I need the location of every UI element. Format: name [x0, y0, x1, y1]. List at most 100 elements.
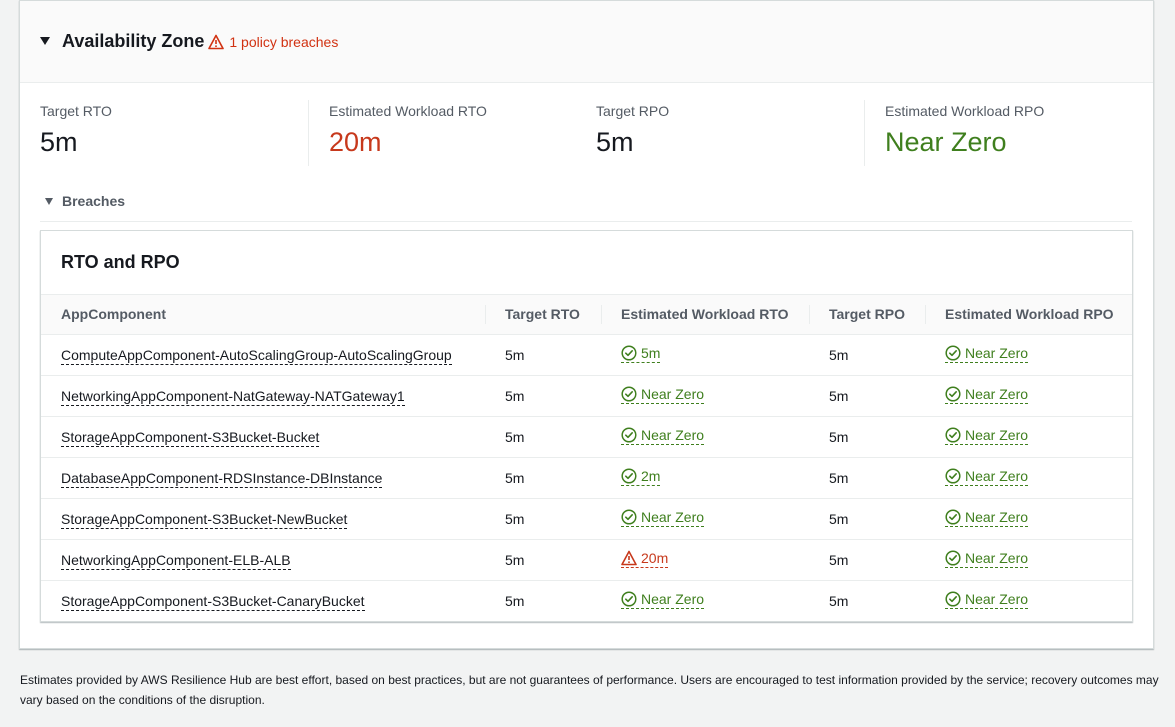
column-header: AppComponent — [41, 295, 485, 335]
status-value[interactable]: Near Zero — [945, 468, 1029, 486]
divider — [308, 100, 309, 166]
metric-target-rto: Target RTO 5m — [40, 103, 112, 158]
status-value[interactable]: 2m — [621, 468, 661, 486]
caret-down-icon[interactable] — [40, 37, 50, 45]
metric-target-rpo: Target RPO 5m — [596, 103, 669, 158]
component-cell: NetworkingAppComponent-NatGateway-NATGat… — [41, 375, 485, 417]
status-cell: Near Zero — [601, 498, 809, 540]
status-value[interactable]: Near Zero — [945, 386, 1029, 404]
status-value[interactable]: Near Zero — [945, 345, 1029, 363]
status-text: Near Zero — [641, 591, 705, 608]
app-component-link[interactable]: StorageAppComponent-S3Bucket-Bucket — [61, 428, 320, 447]
app-component-link[interactable]: StorageAppComponent-S3Bucket-CanaryBucke… — [61, 592, 365, 611]
status-cell: Near Zero — [601, 375, 809, 417]
target-rpo-cell: 5m — [809, 457, 925, 499]
policy-breach-badge: 1 policy breaches — [208, 34, 338, 50]
status-cell: 20m — [601, 539, 809, 581]
table-row: DatabaseAppComponent-RDSInstance-DBInsta… — [41, 457, 1132, 499]
status-value[interactable]: Near Zero — [945, 591, 1029, 610]
component-cell: StorageAppComponent-S3Bucket-NewBucket — [41, 498, 485, 540]
status-value[interactable]: 20m — [621, 550, 669, 568]
status-cell: Near Zero — [925, 375, 1132, 417]
check-circle-icon — [945, 550, 965, 566]
check-circle-icon — [621, 386, 641, 402]
check-circle-icon — [945, 468, 965, 484]
panel-title: Availability Zone — [62, 31, 205, 51]
status-text: Near Zero — [965, 386, 1029, 402]
table-row: NetworkingAppComponent-ELB-ALB 5m 20m 5m Nea… — [41, 539, 1132, 581]
target-rpo-cell: 5m — [809, 334, 925, 376]
app-component-link[interactable]: StorageAppComponent-S3Bucket-NewBucket — [61, 510, 348, 529]
metric-value: 20m — [329, 127, 382, 157]
table-row: NetworkingAppComponent-NatGateway-NATGat… — [41, 375, 1132, 417]
check-circle-icon — [621, 345, 641, 361]
metric-value: 5m — [596, 127, 634, 157]
app-component-link[interactable]: NetworkingAppComponent-ELB-ALB — [61, 551, 291, 570]
check-circle-icon — [621, 509, 641, 525]
check-circle-icon — [621, 591, 641, 607]
check-circle-icon — [621, 427, 641, 443]
status-cell: Near Zero — [925, 498, 1132, 540]
metric-label: Target RTO — [40, 103, 112, 119]
component-cell: StorageAppComponent-S3Bucket-CanaryBucke… — [41, 580, 485, 621]
component-cell: DatabaseAppComponent-RDSInstance-DBInsta… — [41, 457, 485, 499]
status-text: 2m — [641, 468, 661, 484]
panel-header[interactable]: Availability Zone 1 policy breaches — [20, 1, 1153, 83]
metric-label: Estimated Workload RTO — [329, 103, 487, 119]
target-rto-cell: 5m — [485, 457, 601, 499]
app-component-link[interactable]: ComputeAppComponent-AutoScalingGroup-Aut… — [61, 346, 452, 365]
warning-triangle-icon — [208, 34, 225, 50]
check-circle-icon — [945, 345, 965, 361]
status-value[interactable]: 5m — [621, 345, 661, 363]
target-rpo-cell: 5m — [829, 592, 849, 609]
status-text: Near Zero — [965, 509, 1029, 525]
status-cell: Near Zero — [925, 457, 1132, 499]
breaches-expander[interactable]: Breaches — [40, 193, 1132, 222]
table-body: ComputeAppComponent-AutoScalingGroup-Aut… — [41, 334, 1132, 621]
component-cell: ComputeAppComponent-AutoScalingGroup-Aut… — [41, 334, 485, 376]
check-circle-icon — [945, 509, 965, 525]
status-text: Near Zero — [641, 427, 705, 443]
metric-label: Target RPO — [596, 103, 670, 119]
target-rpo-cell: 5m — [809, 375, 925, 417]
status-value[interactable]: Near Zero — [621, 386, 705, 404]
column-header: Target RTO — [485, 295, 601, 335]
status-value[interactable]: Near Zero — [945, 550, 1029, 568]
status-value[interactable]: Near Zero — [945, 427, 1029, 445]
divider — [864, 100, 865, 166]
status-value[interactable]: Near Zero — [945, 509, 1029, 527]
status-text: Near Zero — [641, 509, 705, 525]
target-rto-cell: 5m — [485, 334, 601, 376]
status-text: Near Zero — [965, 591, 1029, 608]
status-value[interactable]: Near Zero — [621, 427, 705, 445]
policy-breach-text: 1 policy breaches — [229, 33, 339, 50]
warning-triangle-icon — [621, 550, 641, 566]
status-cell: Near Zero — [925, 334, 1132, 376]
metrics-row: Target RTO 5m Estimated Workload RTO 20m… — [20, 83, 1153, 183]
target-rpo-cell: 5m — [809, 416, 925, 458]
status-value[interactable]: Near Zero — [621, 509, 705, 527]
availability-zone-panel: Availability Zone 1 policy breaches Targ… — [19, 0, 1154, 649]
status-cell: Near Zero — [601, 580, 809, 621]
table-row: StorageAppComponent-S3Bucket-Bucket 5m Nea… — [41, 416, 1132, 458]
table-row: StorageAppComponent-S3Bucket-NewBucket 5m… — [41, 498, 1132, 540]
target-rto-cell: 5m — [485, 416, 601, 458]
target-rto-cell: 5m — [485, 539, 601, 581]
status-cell: 5m — [601, 334, 809, 376]
rto-rpo-table: AppComponent Target RTO Estimated Worklo… — [41, 295, 1132, 621]
metric-value: 5m — [40, 127, 78, 157]
status-cell: Near Zero — [925, 580, 1132, 621]
caret-down-icon — [45, 198, 53, 205]
status-text: Near Zero — [965, 468, 1029, 484]
column-header: Estimated Workload RPO — [925, 295, 1132, 335]
rto-rpo-table-container: RTO and RPO AppComponent Target RTO Esti… — [40, 230, 1133, 622]
status-cell: 2m — [601, 457, 809, 499]
table-row: ComputeAppComponent-AutoScalingGroup-Aut… — [41, 334, 1132, 376]
status-cell: Near Zero — [925, 539, 1132, 581]
app-component-link[interactable]: DatabaseAppComponent-RDSInstance-DBInsta… — [61, 469, 383, 488]
status-text: 20m — [641, 550, 669, 566]
app-component-link[interactable]: NetworkingAppComponent-NatGateway-NATGat… — [61, 387, 405, 406]
status-value[interactable]: Near Zero — [621, 591, 705, 610]
status-cell: Near Zero — [925, 416, 1132, 458]
metric-value: Near Zero — [885, 127, 1007, 157]
